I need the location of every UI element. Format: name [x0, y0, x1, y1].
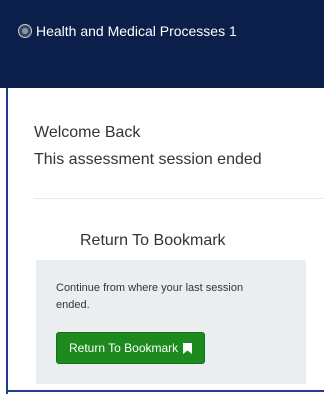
page: Health and Medical Processes 1 Welcome B…: [0, 0, 324, 394]
app-title: Health and Medical Processes 1: [36, 23, 237, 39]
return-to-bookmark-label: Return To Bookmark: [69, 341, 179, 355]
session-ended-message: This assessment session ended: [34, 151, 262, 168]
section-divider: [34, 198, 324, 199]
return-to-bookmark-button[interactable]: Return To Bookmark: [56, 332, 206, 364]
app-header: Health and Medical Processes 1: [0, 0, 324, 88]
bookmark-icon: [183, 342, 193, 354]
bookmark-card: Continue from where your last session en…: [36, 260, 306, 384]
content-left-border: [6, 88, 8, 394]
bookmark-section-heading: Return To Bookmark: [80, 232, 226, 249]
content-bottom-border: [6, 390, 324, 392]
welcome-heading: Welcome Back: [34, 124, 141, 141]
app-logo-icon: [18, 24, 32, 38]
bookmark-description: Continue from where your last session en…: [56, 282, 244, 311]
